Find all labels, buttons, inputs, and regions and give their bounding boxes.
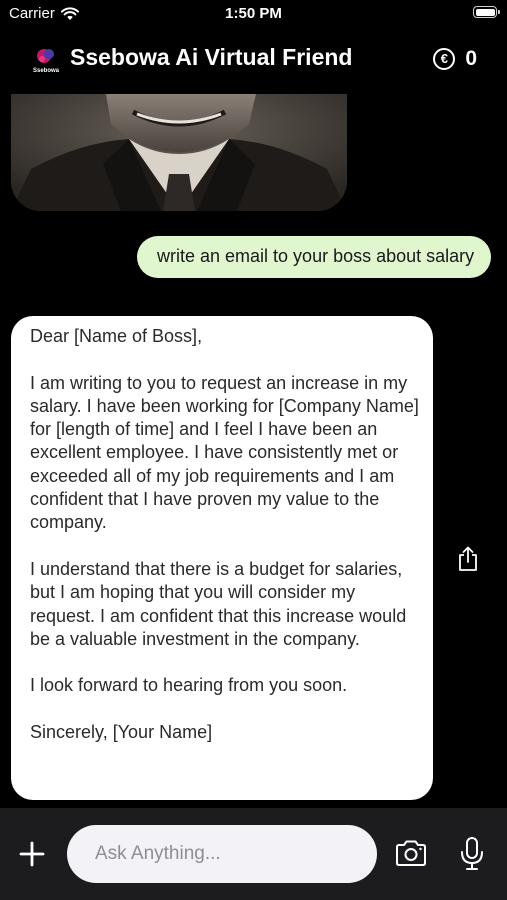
app-title: Ssebowa Ai Virtual Friend [70,44,353,70]
email-paragraph-1: I am writing to you to request an increa… [30,372,419,533]
app-logo: Ssebowa [26,46,66,78]
logo-mark-icon [37,49,54,63]
status-bar: Carrier 1:50 PM [0,0,507,28]
coin-balance[interactable]: € 0 [433,47,477,71]
chat-screen: Carrier 1:50 PM Ssebowa Ssebowa Ai Virtu… [0,0,507,900]
status-time: 1:50 PM [225,5,282,22]
battery-icon [473,6,500,18]
app-header: Ssebowa Ssebowa Ai Virtual Friend € 0 [0,40,507,82]
user-message-bubble[interactable]: write an email to your boss about salary [137,236,491,278]
portrait-image [11,94,347,211]
email-closing: Sincerely, [Your Name] [30,722,213,743]
user-message-text: write an email to your boss about salary [157,246,475,266]
logo-text: Ssebowa [32,68,59,74]
coin-count: 0 [465,47,477,70]
microphone-icon[interactable] [458,836,486,872]
bot-message-bubble[interactable]: Dear [Name of Boss], I am writing to you… [11,316,433,800]
camera-icon[interactable] [394,838,428,868]
ask-input[interactable] [67,825,377,883]
composer-bar [0,808,507,900]
euro-coin-icon: € [433,48,456,70]
email-greeting: Dear [Name of Boss], [30,326,203,346]
email-paragraph-3: I look forward to hearing from you soon. [30,675,348,696]
share-icon[interactable] [456,546,480,572]
email-paragraph-2: I understand that there is a budget for … [30,558,407,649]
generated-image-message[interactable] [11,94,347,211]
add-attachment-button[interactable] [16,838,48,870]
